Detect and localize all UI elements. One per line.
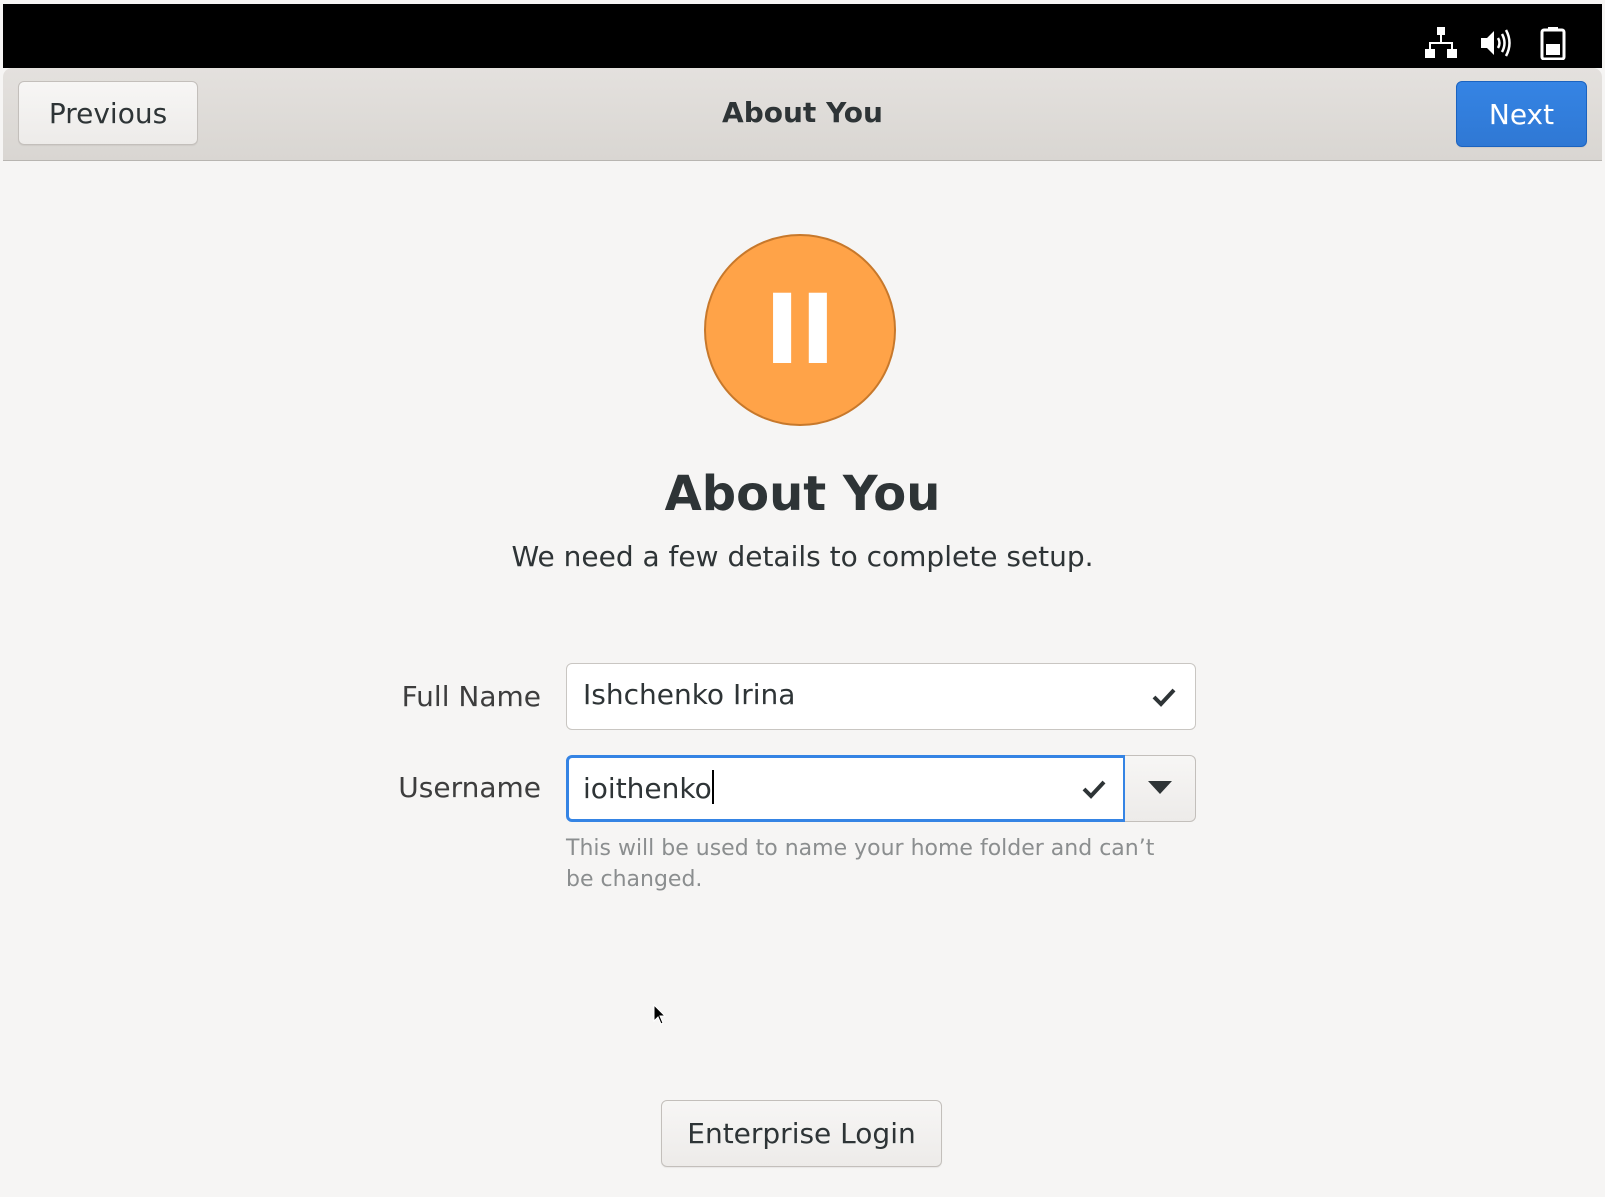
- username-suggestions-button[interactable]: [1125, 755, 1196, 822]
- enterprise-login-label: Enterprise Login: [687, 1117, 916, 1150]
- username-field[interactable]: ioithenko: [566, 755, 1126, 822]
- check-icon: [1152, 688, 1176, 707]
- username-value-wrapper: ioithenko: [583, 770, 714, 805]
- next-button[interactable]: Next: [1456, 81, 1587, 147]
- header-title: About You: [722, 96, 883, 129]
- avatar[interactable]: II: [704, 234, 896, 426]
- page-title: About You: [664, 466, 941, 522]
- next-button-label: Next: [1488, 97, 1555, 131]
- system-top-bar: [3, 4, 1602, 68]
- avatar-initials: II: [764, 274, 836, 386]
- username-label: Username: [398, 771, 541, 804]
- username-value: ioithenko: [583, 772, 712, 805]
- battery-icon[interactable]: [1536, 26, 1570, 60]
- check-icon: [1082, 780, 1106, 799]
- full-name-label: Full Name: [401, 680, 541, 713]
- header-bar: Previous About You Next: [3, 68, 1602, 161]
- page-subtitle: We need a few details to complete setup.: [511, 540, 1094, 573]
- enterprise-login-button[interactable]: Enterprise Login: [661, 1100, 942, 1167]
- username-hint: This will be used to name your home fold…: [566, 836, 1155, 892]
- full-name-field[interactable]: Ishchenko Irina: [566, 663, 1196, 730]
- network-icon[interactable]: [1424, 26, 1458, 60]
- volume-icon[interactable]: [1479, 26, 1513, 60]
- chevron-down-icon: [1148, 781, 1172, 794]
- setup-window: Previous About You Next II About You We …: [0, 0, 1605, 1197]
- full-name-value: Ishchenko Irina: [583, 678, 796, 711]
- text-caret: [711, 770, 714, 804]
- mouse-pointer-icon: [653, 1004, 667, 1025]
